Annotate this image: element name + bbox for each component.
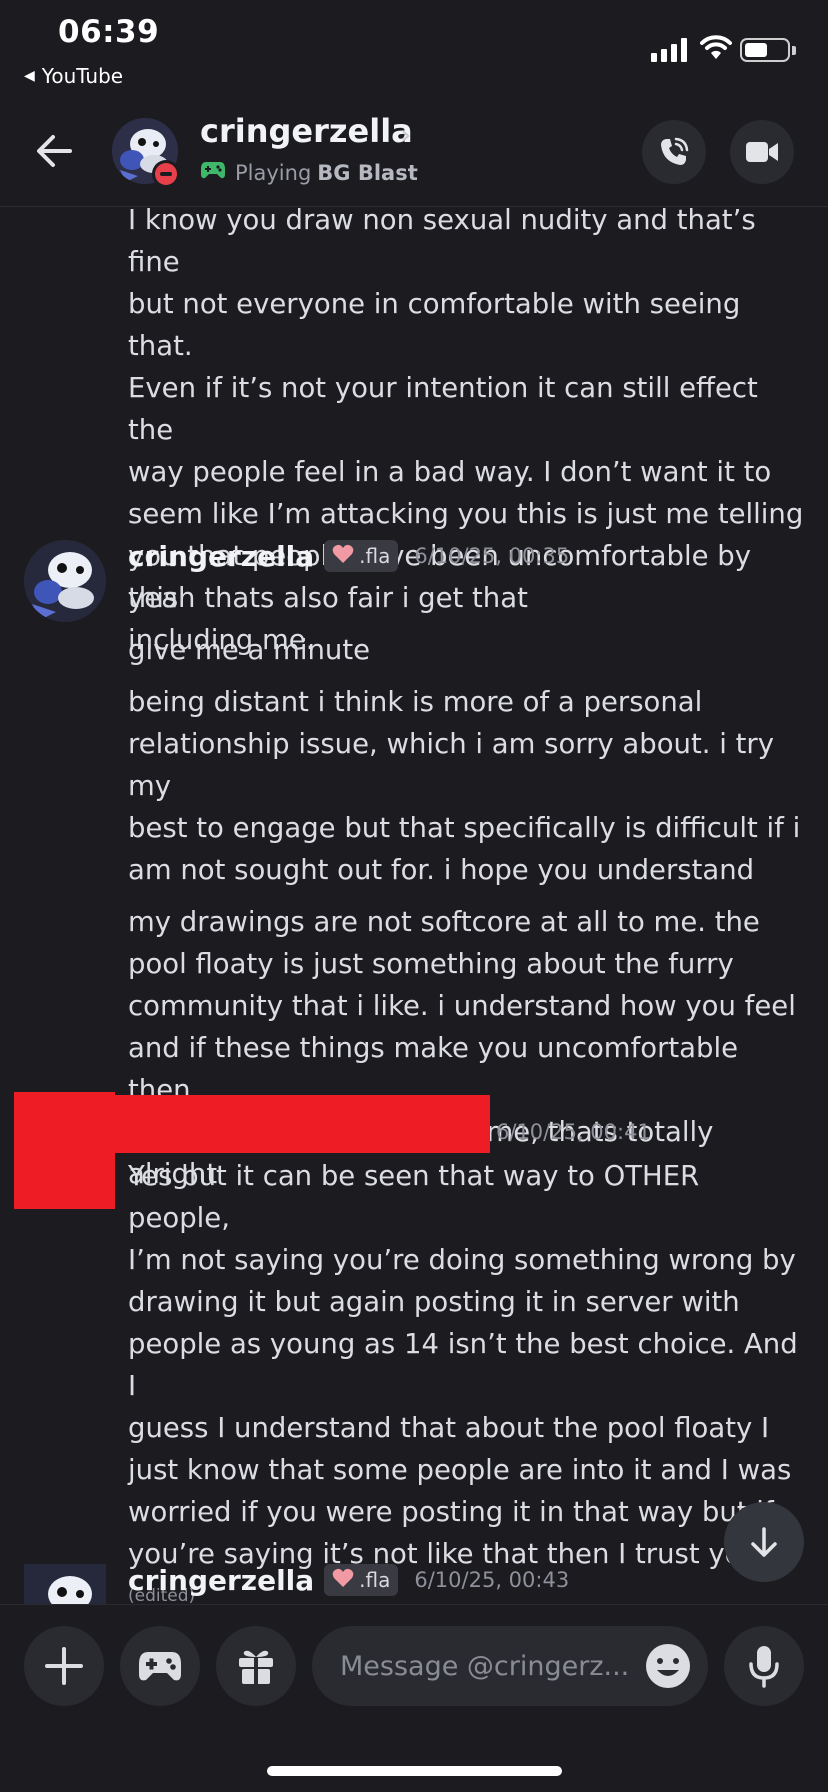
message-input[interactable] [340, 1644, 640, 1688]
controller-icon [139, 1652, 181, 1681]
message-line: seem like I’m attacking you this is just… [128, 498, 804, 530]
clan-tag[interactable]: .fla [324, 1564, 399, 1596]
message-line: relationship issue, which i am sorry abo… [128, 728, 774, 802]
activity-game: BG Blast [317, 160, 418, 185]
message-line: pool floaty is just something about the … [128, 948, 734, 980]
activity-status: Playing BG Blast [200, 160, 418, 185]
add-attachment-button[interactable] [24, 1626, 104, 1706]
message-line: give me a minute [128, 634, 371, 666]
heart-icon [332, 1568, 354, 1593]
message-line: Yes but it can be seen that way to OTHER… [128, 1160, 700, 1234]
heart-icon [332, 544, 354, 569]
message-header: cringerzella .fla 6/10/25, 00:43 [128, 1560, 569, 1600]
message-line: but not everyone in comfortable with see… [128, 288, 741, 362]
controller-icon [200, 160, 226, 185]
microphone-icon [749, 1646, 779, 1688]
plus-icon [45, 1647, 83, 1685]
dnd-status-icon [152, 160, 180, 188]
emoji-smile-icon [646, 1644, 690, 1688]
back-app-label: YouTube [41, 64, 124, 88]
gift-button[interactable] [216, 1626, 296, 1706]
gift-icon [239, 1650, 273, 1684]
voice-message-button[interactable] [724, 1626, 804, 1706]
clan-tag-label: .fla [359, 544, 391, 568]
emoji-button[interactable] [644, 1642, 692, 1694]
message-line: guess I understand that about the pool f… [128, 1412, 770, 1444]
signal-icon [651, 38, 687, 62]
message-line: people as young as 14 isn’t the best cho… [128, 1328, 798, 1402]
chevron-right-icon[interactable]: › [400, 118, 411, 151]
message-line: I’m not saying you’re doing something wr… [128, 1244, 796, 1276]
voice-call-button[interactable] [642, 120, 706, 184]
message-author[interactable]: cringerzella [128, 540, 314, 573]
message-line: drawing it but again posting it in serve… [128, 1286, 740, 1318]
message-line: best to engage but that specifically is … [128, 812, 801, 844]
message-line: worried if you were posting it in that w… [128, 1496, 774, 1528]
message-line: being distant i think is more of a perso… [128, 686, 703, 718]
message-header: cringerzella .fla 6/10/25, 00:35 [128, 536, 569, 576]
message-line: just know that some people are into it a… [128, 1454, 792, 1486]
back-to-app-link[interactable]: ◀ YouTube [24, 64, 123, 88]
battery-icon [740, 38, 790, 62]
clan-tag-label: .fla [359, 1568, 391, 1592]
message-line: yeah thats also fair i get that [128, 582, 528, 614]
activities-button[interactable] [120, 1626, 200, 1706]
redaction-block [14, 1092, 115, 1209]
activity-prefix: Playing [235, 160, 312, 185]
clan-tag[interactable]: .fla [324, 540, 399, 572]
message-timestamp: 6/10/25, 00:41 [496, 1120, 651, 1144]
avatar[interactable] [24, 540, 106, 622]
message-line: I know you draw non sexual nudity and th… [128, 204, 756, 278]
header-username[interactable]: cringerzella [200, 112, 413, 150]
back-triangle-icon: ◀ [24, 68, 35, 84]
home-indicator[interactable] [267, 1766, 562, 1776]
phone-icon [661, 137, 689, 165]
redaction-block [115, 1095, 490, 1153]
video-call-button[interactable] [730, 120, 794, 184]
message-line: my drawings are not softcore at all to m… [128, 906, 760, 938]
wifi-icon [700, 34, 732, 64]
message-author[interactable]: cringerzella [128, 1564, 314, 1597]
message-timestamp: 6/10/25, 00:43 [414, 1568, 570, 1592]
status-time: 06:39 [58, 14, 160, 50]
message-line: way people feel in a bad way. I don’t wa… [128, 456, 772, 488]
message-line: am not sought out for. i hope you unders… [128, 854, 755, 886]
back-arrow-icon[interactable] [34, 130, 76, 176]
avatar[interactable] [24, 1564, 106, 1604]
jump-to-bottom-button[interactable] [724, 1502, 804, 1582]
composer-divider [0, 1604, 828, 1605]
message-3-body: Yes but it can be seen that way to OTHER… [128, 1155, 808, 1617]
arrow-down-icon [751, 1527, 777, 1557]
message-timestamp: 6/10/25, 00:35 [414, 544, 570, 568]
message-line: community that i like. i understand how … [128, 990, 796, 1022]
video-camera-icon [746, 142, 778, 162]
battery-tip [792, 46, 796, 55]
message-line: Even if it’s not your intention it can s… [128, 372, 758, 446]
